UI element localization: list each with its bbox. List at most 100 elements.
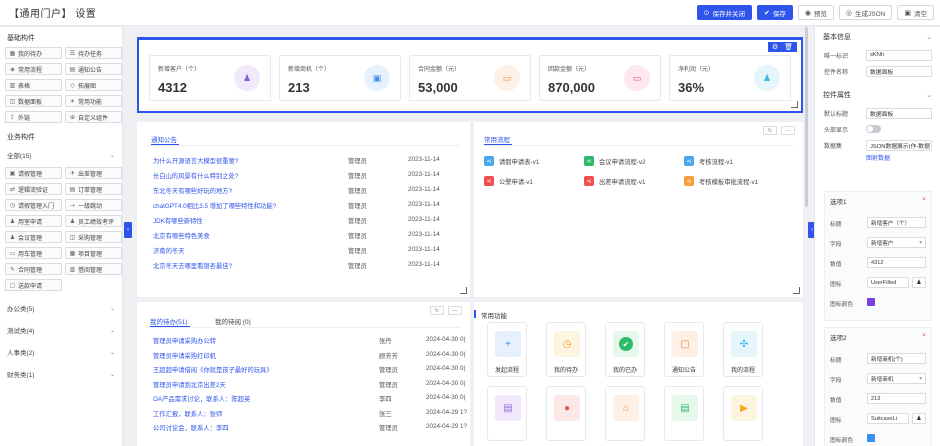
todo-row[interactable]: 管理员申请到北京出差2天 管理员 2024-04-30 0( xyxy=(153,380,466,391)
widget-basic-3[interactable]: ▤ 通知公告 xyxy=(65,63,122,75)
attr-header[interactable]: 控件属性 ⌄ xyxy=(815,85,940,105)
option-icon-field[interactable]: SuitcaseLi xyxy=(867,413,909,424)
widget-basic-0[interactable]: ▦ 我的待办 xyxy=(5,47,62,59)
dataset-select[interactable]: JSON数据展示(作-数据 xyxy=(866,139,932,151)
functions-widget[interactable]: 常用功能 + 发起流程 ◷ 我的待办 ✔ 我的已办 ▢ 通知公告 ✣ 我的流程 ▤ ● ⌂ ▤ ▶ xyxy=(474,302,803,446)
widget-basic-2[interactable]: ◈ 常用流程 xyxy=(5,63,62,75)
todo-title[interactable]: 管理员申请采购打印机 xyxy=(153,351,216,360)
notice-tab[interactable]: 通知公告 xyxy=(151,134,177,144)
todo-widget[interactable]: 我的待办(51) 我的待阅 (0) ↻ — 管理员申请采购办公转 张丹 2024-0… xyxy=(137,302,470,446)
notice-row[interactable]: 北京冬天去哪里看银杏最佳? 管理员 2023-11-14 xyxy=(153,261,460,273)
data-panel-widget[interactable]: ⚙ 🗑 新增客户（个） 4312 ♟ 新增商机（个） 213 ▣ 合同金额（元） 53,000… xyxy=(137,37,803,113)
option-field-select[interactable]: 新增商机 xyxy=(867,373,926,384)
flow-item[interactable]: ⋖ 考核模板审批流程-v1 xyxy=(684,176,758,186)
resize-handle[interactable] xyxy=(791,101,798,108)
widget-biz-12[interactable]: ✎ 合同管理 xyxy=(5,263,62,275)
option-value-field[interactable]: 213 xyxy=(867,393,926,404)
function-card[interactable]: + 发起流程 xyxy=(487,322,527,377)
todo-title[interactable]: 管理员申请到北京出差2天 xyxy=(153,380,226,389)
more-icon[interactable]: ··· xyxy=(781,126,795,135)
function-card[interactable]: ✔ 我的已办 xyxy=(605,322,645,377)
category-item[interactable]: 财务类(1) ⌄ xyxy=(0,363,122,385)
widget-basic-6[interactable]: ◫ 数据面板 xyxy=(5,95,62,107)
notice-title[interactable]: 北京有哪些特色美食 xyxy=(153,231,210,240)
flow-item[interactable]: ⋖ 出差申请流程-v1 xyxy=(584,176,646,186)
notice-row[interactable]: JDK有哪些新特性 管理员 2023-11-14 xyxy=(153,216,460,228)
function-card[interactable]: ◷ 我的待办 xyxy=(546,322,586,377)
widget-biz-2[interactable]: ⇄ 逻辑流验证 xyxy=(5,183,62,195)
notice-title[interactable]: 长白山的风景有什么特别之处? xyxy=(153,171,238,180)
default-title-field[interactable]: 数据面板 xyxy=(866,107,932,119)
notice-title[interactable]: 东北冬天有哪些好玩的地方? xyxy=(153,186,232,195)
todo-row[interactable]: 公司讨论会，联系人：李四 管理员 2024-04-29 1? xyxy=(153,423,467,434)
widget-biz-14[interactable]: ▢ 送款申请 xyxy=(5,279,62,291)
notice-title[interactable]: JDK有哪些新特性 xyxy=(153,216,203,225)
notice-title[interactable]: 北京冬天去哪里看银杏最佳? xyxy=(153,261,232,270)
more-icon[interactable]: — xyxy=(448,306,462,315)
settings-icon[interactable]: ⚙ xyxy=(772,43,778,51)
collapse-left-button[interactable]: ‹ xyxy=(124,222,132,238)
category-item[interactable]: 办公类(5) ⌄ xyxy=(0,297,122,319)
widget-biz-10[interactable]: ▭ 用车管理 xyxy=(5,247,62,259)
todo-row[interactable]: 管理员申请采购办公转 张丹 2024-04-30 0( xyxy=(153,336,466,347)
save-and-close-button[interactable]: ⊙ 保存并关闭 xyxy=(696,5,752,20)
notice-row[interactable]: 为什么开源语言大模型很重要? 管理员 2023-11-14 xyxy=(153,156,460,168)
widget-biz-8[interactable]: ♟ 会议管理 xyxy=(5,231,62,243)
todo-title[interactable]: 工作汇报，联系人：张师 xyxy=(153,409,222,418)
widget-biz-6[interactable]: ♟ 用室申请 xyxy=(5,215,62,227)
widget-biz-4[interactable]: ◷ 请假管理入门 xyxy=(5,199,62,211)
resize-handle[interactable] xyxy=(793,287,800,294)
todo-row[interactable]: 工作汇报，联系人：张师 张三 2024-04-29 1? xyxy=(153,409,467,420)
flow-item[interactable]: ⋖ 公警申请-v1 xyxy=(484,176,533,186)
widget-biz-1[interactable]: ✈ 出差管理 xyxy=(65,167,122,179)
widget-biz-9[interactable]: ◫ 采购管理 xyxy=(65,231,122,243)
widget-biz-11[interactable]: ▦ 项目管理 xyxy=(65,247,122,259)
widget-biz-0[interactable]: ▣ 请假管理 xyxy=(5,167,62,179)
widget-basic-8[interactable]: ⇪ 外链 xyxy=(5,111,62,123)
notice-row[interactable]: 长白山的风景有什么特别之处? 管理员 2023-11-14 xyxy=(153,171,460,183)
canvas-scrollbar[interactable] xyxy=(805,27,808,207)
widget-basic-5[interactable]: ◇ 拓展图 xyxy=(65,79,122,91)
resize-handle[interactable] xyxy=(460,287,467,294)
widget-basic-4[interactable]: ▥ 表格 xyxy=(5,79,62,91)
header-show-toggle[interactable] xyxy=(866,125,881,133)
notice-row[interactable]: 北京有哪些特色美食 管理员 2023-11-14 xyxy=(153,231,460,243)
widget-basic-1[interactable]: ☰ 待办任务 xyxy=(65,47,122,59)
todo-title[interactable]: 公司讨论会，联系人：李四 xyxy=(153,423,229,432)
flow-widget[interactable]: 常用流程 ↻ ··· ⋖ 请假申请表-v1 ⋖ 会议申请流程-v2 ⋖ 考核流程-v1 ⋖ 公… xyxy=(474,122,803,297)
close-icon[interactable]: × xyxy=(922,332,926,342)
todo-title[interactable]: OA产品需求讨论，联系人：陈超英 xyxy=(153,394,250,403)
function-card[interactable]: ▢ 通知公告 xyxy=(664,322,704,377)
option-value-field[interactable]: 4312 xyxy=(867,257,926,268)
mapping-link[interactable]: 图射数据 xyxy=(815,153,940,164)
icon-picker-button[interactable]: ♟ xyxy=(912,413,926,424)
todo-row[interactable]: OA产品需求讨论，联系人：陈超英 李四 2024-04-30 0( xyxy=(153,394,466,405)
function-card[interactable]: ● xyxy=(546,386,586,441)
tab-my-read[interactable]: 我的待阅 (0) xyxy=(215,316,251,326)
todo-title[interactable]: 管理员申请采购办公转 xyxy=(153,336,216,345)
name-field[interactable]: 数据面板 xyxy=(866,65,932,77)
function-card[interactable]: ▤ xyxy=(487,386,527,441)
delete-icon[interactable]: 🗑 xyxy=(784,43,793,51)
notice-row[interactable]: 济南的冬天 管理员 2023-11-14 xyxy=(153,246,460,258)
function-card[interactable]: ▤ xyxy=(664,386,704,441)
widget-biz-3[interactable]: ▤ 订单管理 xyxy=(65,183,122,195)
notice-row[interactable]: chatGPT4.0相比3.5 增加了哪些特性和功能? 管理员 2023-11-14 xyxy=(153,201,460,213)
color-swatch[interactable] xyxy=(867,434,875,442)
widget-basic-9[interactable]: ⊕ 自定义组件 xyxy=(65,111,122,123)
category-item[interactable]: 测试类(4) ⌄ xyxy=(0,319,122,341)
refresh-icon[interactable]: ↻ xyxy=(763,126,777,135)
flow-tab[interactable]: 常用流程 xyxy=(484,134,510,144)
option-title-field[interactable]: 新增客户（个） xyxy=(867,217,926,228)
id-field[interactable]: sKNh xyxy=(866,49,932,61)
notice-title[interactable]: 为什么开源语言大模型很重要? xyxy=(153,156,238,165)
option-icon-field[interactable]: UserFilled xyxy=(867,277,909,288)
clear-button[interactable]: ▣ 清空 xyxy=(897,5,934,20)
save-button[interactable]: ✔ 保存 xyxy=(756,5,793,20)
flow-item[interactable]: ⋖ 考核流程-v1 xyxy=(684,156,733,166)
widget-biz-5[interactable]: ⇢ 一级跳动 xyxy=(65,199,122,211)
widget-basic-7[interactable]: ✶ 常用功能 xyxy=(65,95,122,107)
function-card[interactable]: ▶ xyxy=(723,386,763,441)
widget-biz-7[interactable]: ♟ 员工绩效考评 xyxy=(65,215,122,227)
notice-title[interactable]: 济南的冬天 xyxy=(153,246,184,255)
